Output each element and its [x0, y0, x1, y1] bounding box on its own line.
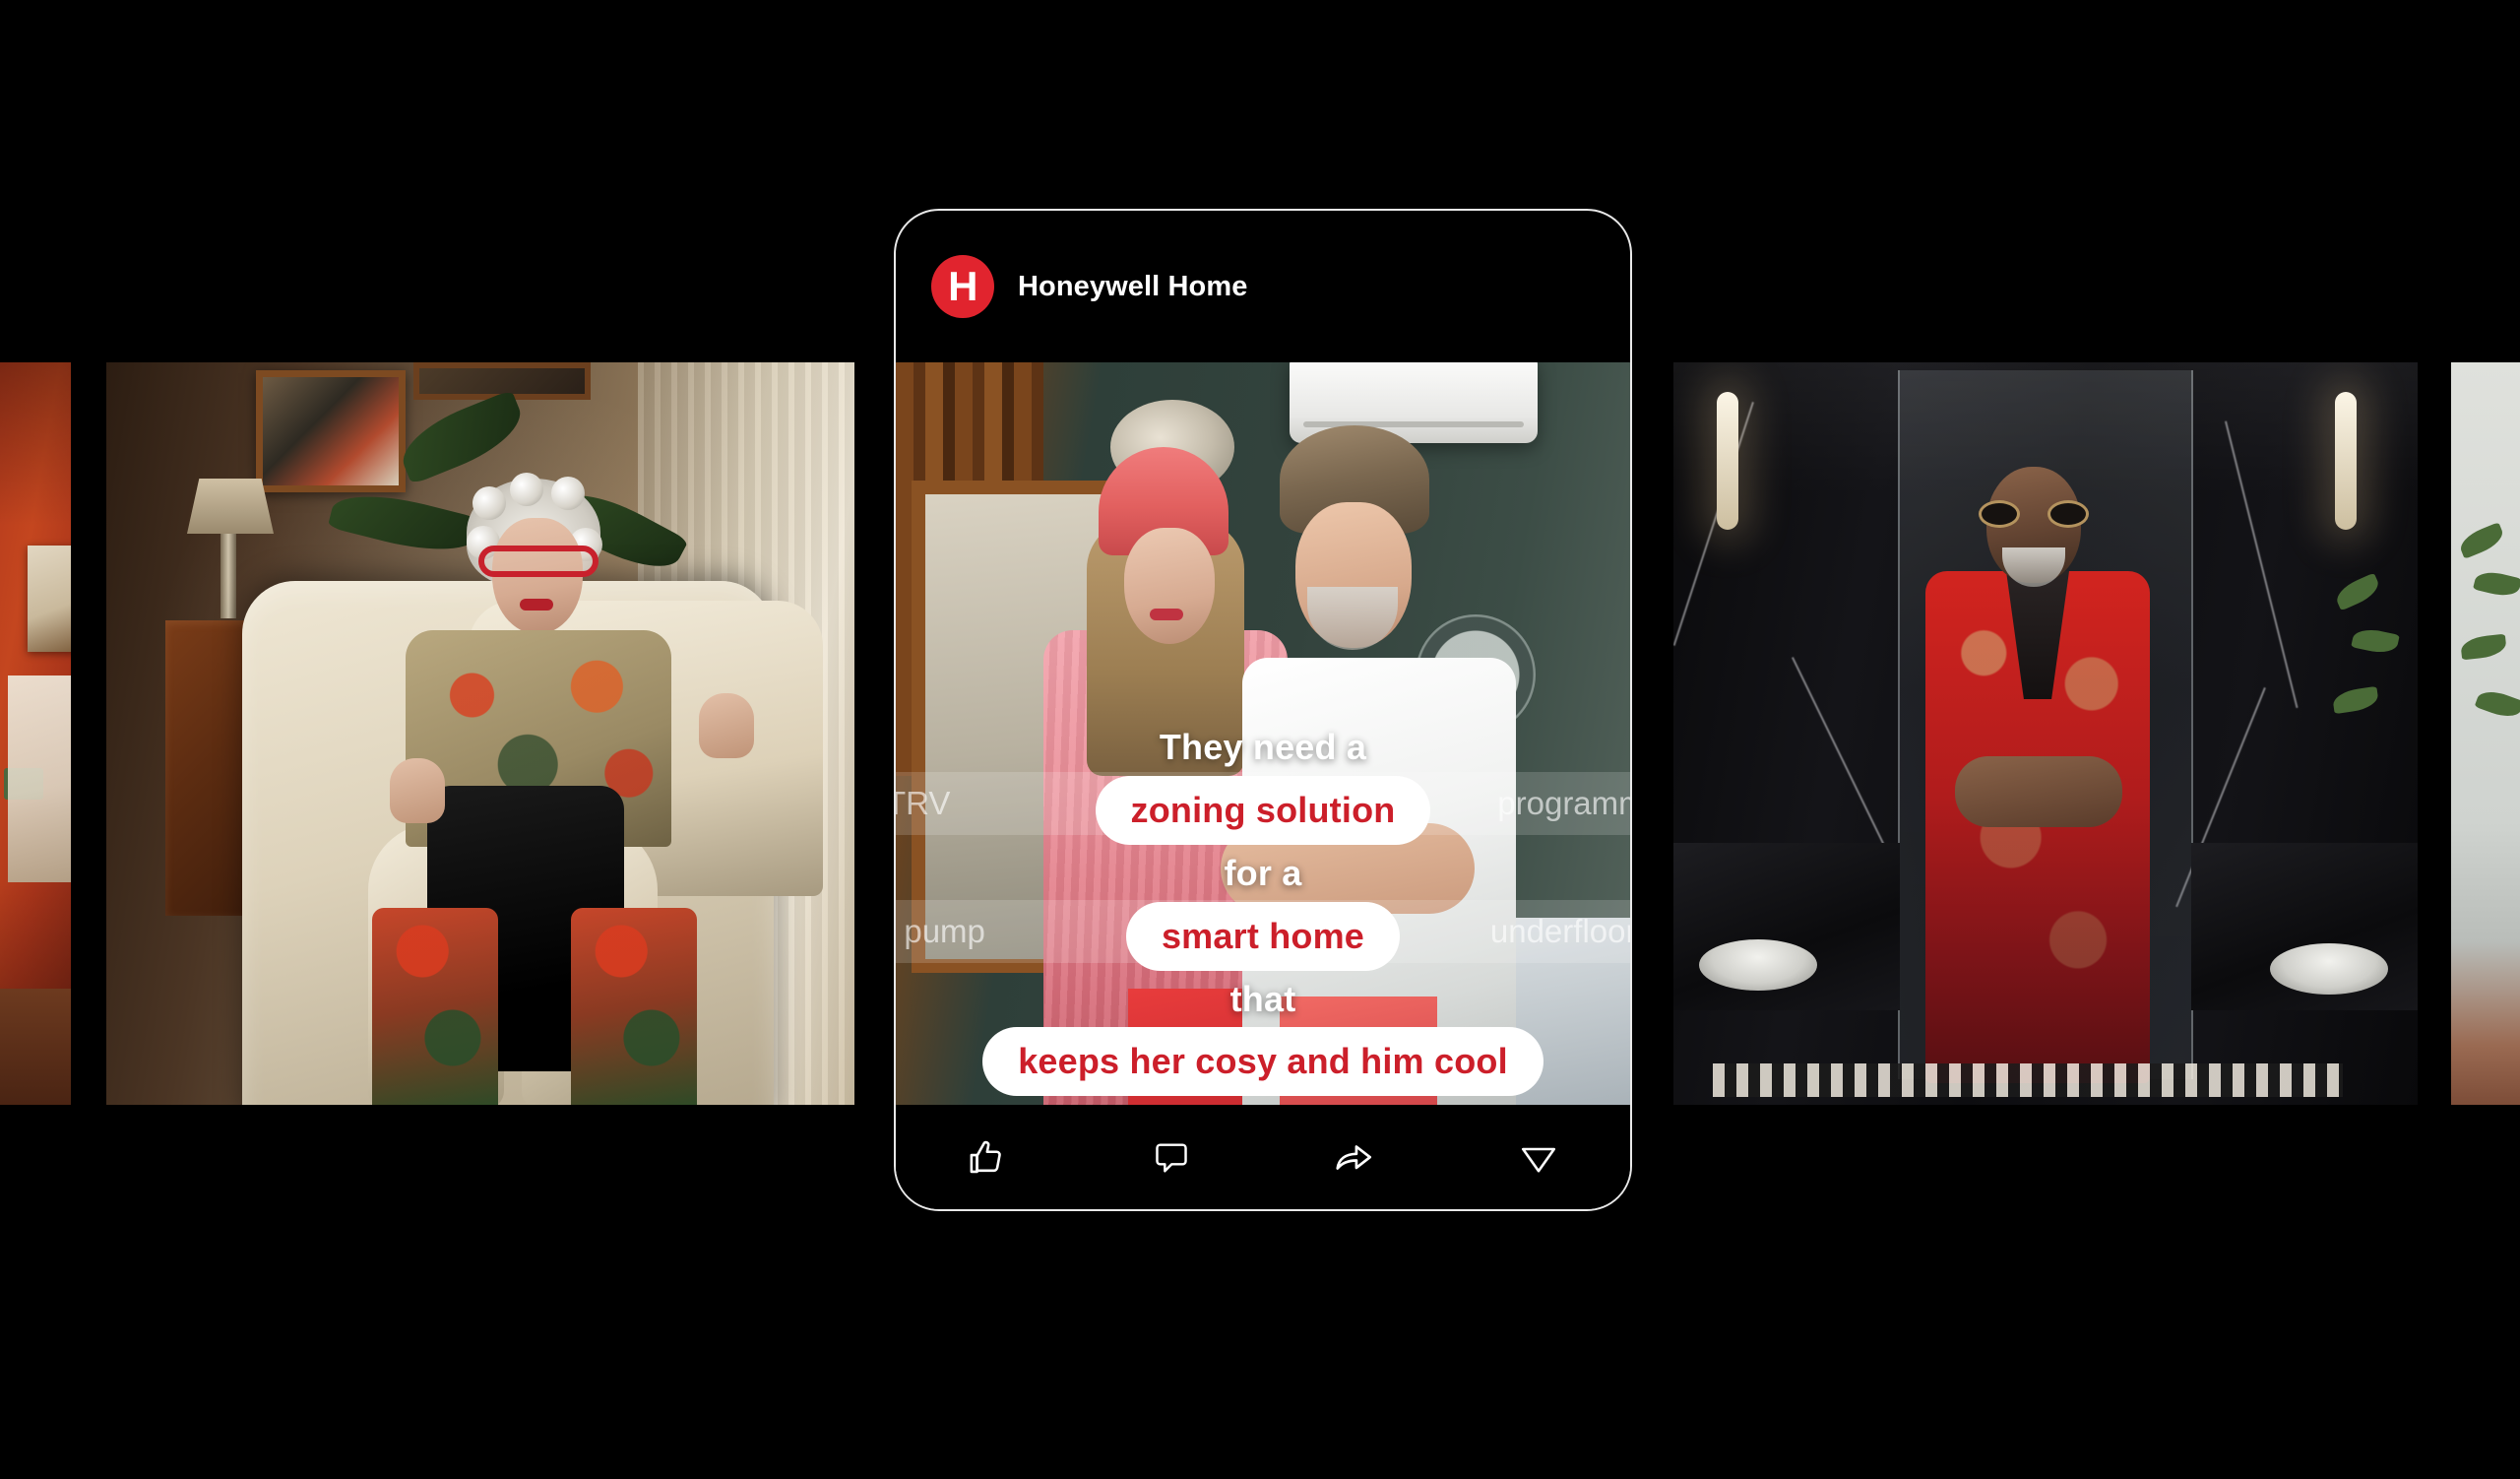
plant-leaf	[2332, 572, 2383, 611]
table-lamp-shade	[187, 479, 274, 534]
comment-icon	[1151, 1137, 1192, 1179]
comment-button[interactable]	[1080, 1126, 1264, 1190]
red-glasses	[478, 546, 598, 577]
background-photo-right	[1673, 362, 2418, 1105]
plant-leaf	[2331, 685, 2380, 715]
caption-line: They need a	[1159, 727, 1367, 767]
basin-right	[2270, 943, 2388, 995]
screen: H Honeywell Home RV program t pump under…	[0, 0, 2520, 1479]
wall-sconce-left	[1717, 392, 1738, 530]
basin-left	[1699, 939, 1817, 991]
table-lamp-stem	[220, 534, 236, 618]
woman-face	[1124, 528, 1215, 644]
share-button[interactable]	[1263, 1126, 1447, 1190]
plant-leaf	[2351, 625, 2400, 657]
brand-logo-letter: H	[948, 263, 977, 309]
floral-shawl-left	[372, 908, 498, 1105]
like-button[interactable]	[896, 1126, 1080, 1190]
crossed-arms	[1955, 756, 2122, 827]
social-post-card: H Honeywell Home RV program t pump under…	[894, 209, 1632, 1211]
plant-leaf	[2456, 522, 2507, 559]
woman-lips	[1150, 609, 1183, 620]
background-photo-far-right	[2451, 362, 2520, 1105]
caption-pill: keeps her cosy and him cool	[982, 1027, 1544, 1097]
background-photo-left	[106, 362, 854, 1105]
thumbs-up-icon	[966, 1136, 1009, 1180]
honeywell-logo-icon: H	[931, 255, 994, 318]
bathroom-plant	[2331, 559, 2410, 884]
sunglass-lens-right	[2048, 500, 2089, 528]
caption-pill: smart home	[1125, 901, 1401, 971]
plant-leaf	[2473, 567, 2520, 601]
send-icon	[1517, 1136, 1560, 1180]
checkered-bath-mat	[1713, 1063, 2343, 1097]
caption-line: for a	[1224, 852, 1302, 893]
floor	[0, 989, 71, 1105]
brand-name: Honeywell Home	[1018, 270, 1248, 302]
caption-overlay: They need a zoning solution for a smart …	[896, 727, 1630, 1097]
floral-shawl-right	[571, 908, 697, 1105]
share-icon	[1332, 1135, 1377, 1181]
person-hand-right	[699, 693, 754, 758]
wall-sconce-right	[2335, 392, 2357, 530]
post-header: H Honeywell Home	[896, 211, 1630, 362]
plant-leaf	[2459, 633, 2508, 661]
hair-curl	[510, 473, 543, 506]
hair-curl	[551, 477, 585, 510]
post-media[interactable]: TRV programme t pump underfloor h They n…	[896, 362, 1630, 1105]
wall-picture-frame	[256, 370, 406, 492]
trailing-plant	[2456, 520, 2520, 776]
plant-leaf	[2474, 685, 2520, 723]
post-action-bar	[896, 1105, 1630, 1209]
hair-curl	[472, 486, 506, 520]
caption-line: that	[1229, 978, 1296, 1019]
person-lips	[520, 599, 553, 611]
caption-pill: zoning solution	[1095, 775, 1431, 845]
background-photo-far-left	[0, 362, 71, 1105]
send-button[interactable]	[1447, 1126, 1631, 1190]
wall-swatch	[4, 768, 43, 800]
sunglass-lens-left	[1979, 500, 2020, 528]
sunglasses	[1979, 500, 2089, 528]
person-hand-left	[390, 758, 445, 823]
